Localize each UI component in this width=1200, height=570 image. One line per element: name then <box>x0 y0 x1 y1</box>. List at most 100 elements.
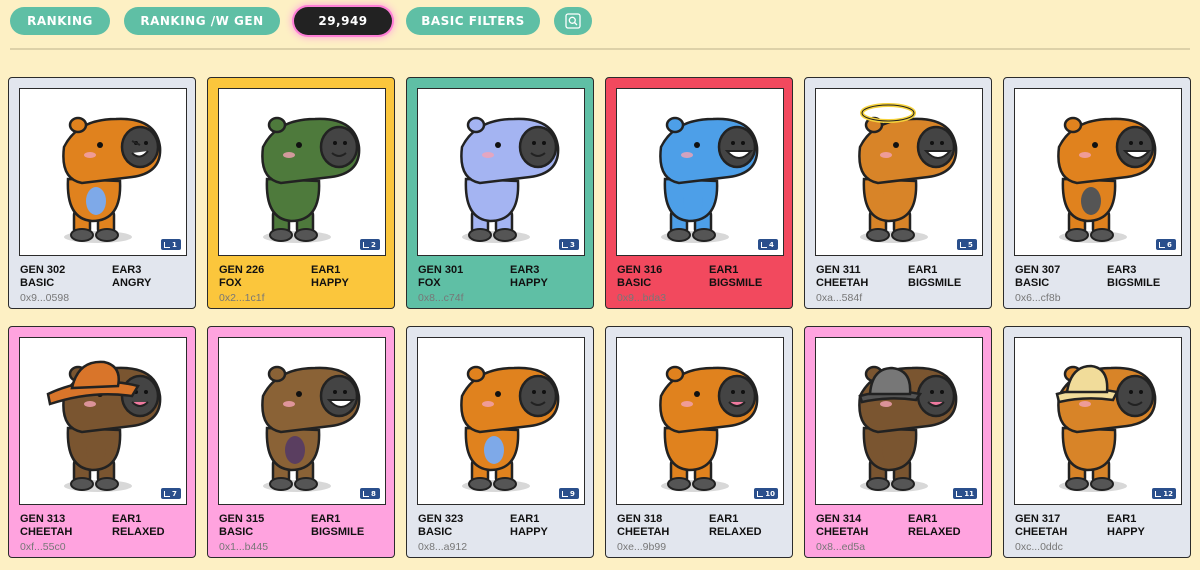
nft-image: 11 <box>815 337 983 505</box>
wallet-address[interactable]: 0x1...b445 <box>219 541 388 554</box>
card-meta: GEN 302 EAR3 BASIC ANGRY 0x9...0598 <box>20 264 189 305</box>
rank-number: 11 <box>964 489 974 498</box>
gen-label: GEN 314 <box>816 513 862 525</box>
type-label: CHEETAH <box>816 526 869 538</box>
mood-label: BIGSMILE <box>908 277 962 289</box>
rank-badge: 3 <box>559 239 579 250</box>
card-meta: GEN 307 EAR3 BASIC BIGSMILE 0x6...cf8b <box>1015 264 1184 305</box>
mood-label: RELAXED <box>908 526 961 538</box>
rank-number: 6 <box>1167 240 1172 249</box>
rank-number: 7 <box>172 489 177 498</box>
mood-label: BIGSMILE <box>1107 277 1161 289</box>
gen-label: GEN 311 <box>816 264 861 276</box>
wallet-address[interactable]: 0xf...55c0 <box>20 541 189 554</box>
wallet-address[interactable]: 0x9...bda3 <box>617 292 786 305</box>
wallet-address[interactable]: 0x8...a912 <box>418 541 587 554</box>
nft-card[interactable]: 1 GEN 302 EAR3 BASIC ANGRY 0x9...0598 <box>8 77 196 309</box>
nft-image: 2 <box>218 88 386 256</box>
nft-card[interactable]: 2 GEN 226 EAR1 FOX HAPPY 0x2...1c1f <box>207 77 395 309</box>
nft-card[interactable]: 7 GEN 313 EAR1 CHEETAH RELAXED 0xf...55c… <box>8 326 196 558</box>
total-count-button[interactable]: 29,949 <box>294 7 392 35</box>
rank-number: 10 <box>765 489 775 498</box>
nft-image: 8 <box>218 337 386 505</box>
ear-label: EAR1 <box>1107 513 1137 525</box>
card-meta: GEN 323 EAR1 BASIC HAPPY 0x8...a912 <box>418 513 587 554</box>
bar-chart-icon <box>1155 490 1162 497</box>
mood-label: HAPPY <box>510 277 548 289</box>
ear-label: EAR1 <box>311 513 341 525</box>
capybara-illustration <box>62 116 162 243</box>
nft-card[interactable]: 10 GEN 318 EAR1 CHEETAH RELAXED 0xe...9b… <box>605 326 793 558</box>
capybara-illustration <box>659 116 759 243</box>
rank-number: 3 <box>570 240 575 249</box>
ranking-with-gen-button[interactable]: RANKING /W GEN <box>124 7 280 35</box>
gen-label: GEN 226 <box>219 264 265 276</box>
wallet-address[interactable]: 0x8...ed5a <box>816 541 985 554</box>
ear-label: EAR3 <box>510 264 540 276</box>
toolbar-divider <box>10 48 1190 50</box>
bar-chart-icon <box>757 490 764 497</box>
bar-chart-icon <box>164 490 170 497</box>
capybara-illustration <box>659 365 759 492</box>
type-label: FOX <box>219 277 242 289</box>
bar-chart-icon <box>562 241 568 248</box>
capybara-illustration <box>46 360 162 492</box>
gen-label: GEN 316 <box>617 264 663 276</box>
nft-card[interactable]: 5 GEN 311 EAR1 CHEETAH BIGSMILE 0xa...58… <box>804 77 992 309</box>
type-label: CHEETAH <box>1015 526 1068 538</box>
rank-badge: 11 <box>953 488 977 499</box>
card-meta: GEN 313 EAR1 CHEETAH RELAXED 0xf...55c0 <box>20 513 189 554</box>
wallet-address[interactable]: 0xe...9b99 <box>617 541 786 554</box>
capybara-illustration <box>858 103 958 243</box>
capybara-illustration <box>460 365 560 492</box>
ear-label: EAR1 <box>908 264 938 276</box>
ear-label: EAR3 <box>1107 264 1137 276</box>
card-meta: GEN 311 EAR1 CHEETAH BIGSMILE 0xa...584f <box>816 264 985 305</box>
rank-badge: 4 <box>758 239 778 250</box>
nft-image: 7 <box>19 337 187 505</box>
ear-label: EAR3 <box>112 264 142 276</box>
ear-label: EAR1 <box>709 513 739 525</box>
wallet-address[interactable]: 0xa...584f <box>816 292 985 305</box>
nft-image: 12 <box>1014 337 1182 505</box>
card-meta: GEN 316 EAR1 BASIC BIGSMILE 0x9...bda3 <box>617 264 786 305</box>
nft-card[interactable]: 6 GEN 307 EAR3 BASIC BIGSMILE 0x6...cf8b <box>1003 77 1191 309</box>
nft-card[interactable]: 3 GEN 301 EAR3 FOX HAPPY 0x8...c74f <box>406 77 594 309</box>
wallet-address[interactable]: 0xc...0ddc <box>1015 541 1184 554</box>
nft-card[interactable]: 8 GEN 315 EAR1 BASIC BIGSMILE 0x1...b445 <box>207 326 395 558</box>
ear-label: EAR1 <box>709 264 739 276</box>
toolbar: RANKING RANKING /W GEN 29,949 BASIC FILT… <box>10 6 592 36</box>
ear-label: EAR1 <box>112 513 142 525</box>
nft-card[interactable]: 12 GEN 317 EAR1 CHEETAH HAPPY 0xc...0ddc <box>1003 326 1191 558</box>
basic-filters-button[interactable]: BASIC FILTERS <box>406 7 540 35</box>
wallet-address[interactable]: 0x6...cf8b <box>1015 292 1184 305</box>
card-meta: GEN 301 EAR3 FOX HAPPY 0x8...c74f <box>418 264 587 305</box>
mood-label: HAPPY <box>311 277 349 289</box>
type-label: BASIC <box>418 526 453 538</box>
gen-label: GEN 318 <box>617 513 663 525</box>
mood-label: ANGRY <box>112 277 152 289</box>
wallet-address[interactable]: 0x9...0598 <box>20 292 189 305</box>
nft-card[interactable]: 4 GEN 316 EAR1 BASIC BIGSMILE 0x9...bda3 <box>605 77 793 309</box>
bar-chart-icon <box>1159 241 1165 248</box>
type-label: CHEETAH <box>617 526 670 538</box>
rank-number: 1 <box>172 240 177 249</box>
search-button[interactable] <box>554 7 592 35</box>
ranking-button[interactable]: RANKING <box>10 7 110 35</box>
bar-chart-icon <box>960 241 966 248</box>
wallet-address[interactable]: 0x8...c74f <box>418 292 587 305</box>
capybara-illustration <box>1057 116 1157 243</box>
gen-label: GEN 301 <box>418 264 464 276</box>
nft-image: 5 <box>815 88 983 256</box>
card-meta: GEN 315 EAR1 BASIC BIGSMILE 0x1...b445 <box>219 513 388 554</box>
nft-card[interactable]: 9 GEN 323 EAR1 BASIC HAPPY 0x8...a912 <box>406 326 594 558</box>
mood-label: HAPPY <box>510 526 548 538</box>
bar-chart-icon <box>761 241 767 248</box>
nft-card[interactable]: 11 GEN 314 EAR1 CHEETAH RELAXED 0x8...ed… <box>804 326 992 558</box>
type-label: CHEETAH <box>816 277 869 289</box>
rank-number: 2 <box>371 240 376 249</box>
rank-badge: 8 <box>360 488 380 499</box>
wallet-address[interactable]: 0x2...1c1f <box>219 292 388 305</box>
mood-label: BIGSMILE <box>311 526 365 538</box>
rank-number: 12 <box>1163 489 1173 498</box>
